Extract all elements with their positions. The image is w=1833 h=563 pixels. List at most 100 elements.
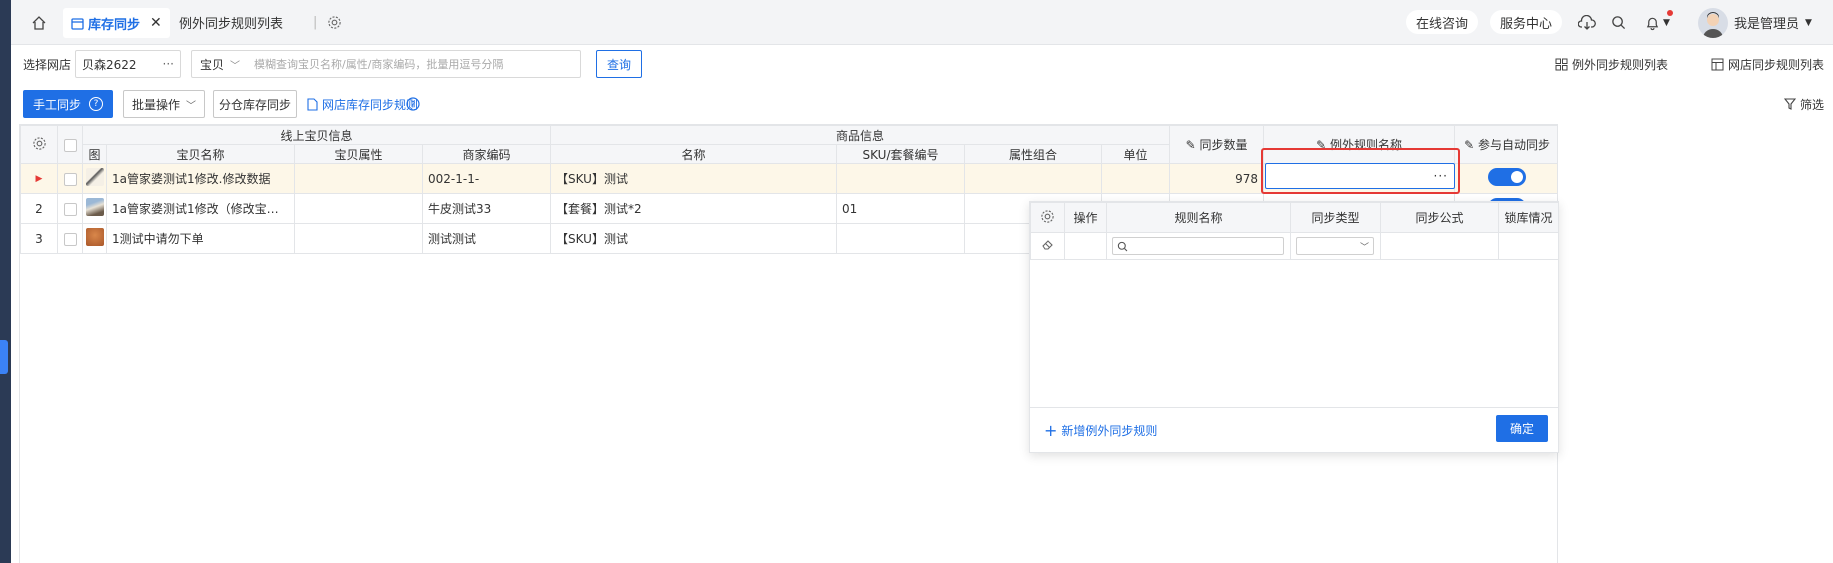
home-icon	[31, 15, 47, 31]
highlight-box	[1261, 148, 1460, 194]
column-settings-button[interactable]	[20, 125, 58, 164]
cell-sku: 01	[836, 193, 966, 224]
edit-icon: ✎	[1464, 138, 1478, 152]
col-img: 图	[82, 144, 107, 164]
exception-rules-label: 例外同步规则列表	[1572, 57, 1669, 72]
add-rule-label: 新增例外同步规则	[1061, 424, 1158, 438]
cell-name: 1a管家婆测试1修改.修改数据	[106, 163, 295, 194]
tab-label: 库存同步	[88, 17, 141, 33]
avatar	[1698, 7, 1728, 38]
more-icon: ···	[162, 57, 174, 71]
product-thumbnail	[82, 163, 107, 194]
popup-empty-area	[1030, 260, 1558, 408]
notification-button[interactable]: ▼	[1645, 0, 1673, 45]
consult-label: 在线咨询	[1416, 16, 1469, 32]
user-name: 我是管理员	[1734, 17, 1800, 32]
product-thumbnail	[82, 193, 107, 224]
shop-rule-icon	[1711, 58, 1724, 71]
shop-rules-link[interactable]: 网店同步规则列表	[1711, 50, 1824, 78]
user-menu[interactable]: 我是管理员 ▼	[1698, 0, 1812, 45]
top-bar: 库存同步 ✕ 例外同步规则列表 | 在线咨询 服务中心 ▼ 我是管理员 ▼	[11, 0, 1833, 45]
add-exception-rule-button[interactable]: + 新增例外同步规则	[1044, 421, 1157, 440]
search-group: 宝贝 ﹀ 模糊查询宝贝名称/属性/商家编码，批量用逗号分隔	[191, 50, 581, 78]
cell-prod-name: 【套餐】测试*2	[550, 193, 838, 224]
popup-col-rule-name: 规则名称	[1106, 202, 1291, 233]
manual-sync-label: 手工同步	[33, 97, 82, 112]
row-checkbox[interactable]	[57, 163, 83, 194]
col-attr: 宝贝属性	[294, 144, 423, 164]
confirm-label: 确定	[1509, 422, 1534, 436]
filter-icon	[1784, 98, 1796, 110]
split-sync-button[interactable]: 分仓库存同步	[213, 90, 297, 118]
batch-ops-label: 批量操作	[132, 97, 181, 112]
svg-text:?: ?	[411, 101, 416, 111]
popup-filter-row: ﹀	[1030, 232, 1559, 260]
popup-footer: + 新增例外同步规则 确定	[1030, 404, 1558, 452]
col-sync-qty: ✎ 同步数量	[1169, 125, 1265, 164]
shop-select[interactable]: 贝森2622 ···	[75, 50, 181, 78]
row-checkbox[interactable]	[57, 223, 83, 254]
shop-value: 贝森2622	[82, 57, 137, 72]
tab-settings-button[interactable]	[327, 0, 342, 45]
col-code: 商家编码	[421, 144, 552, 164]
online-consult-button[interactable]: 在线咨询	[1406, 10, 1479, 34]
cell-attr	[294, 163, 423, 194]
bell-icon	[1645, 15, 1660, 31]
popup-filter-type-cell: ﹀	[1290, 232, 1381, 260]
shop-sync-rule-link[interactable]: 网店库存同步规则	[307, 90, 418, 118]
cell-code: 牛皮测试33	[421, 193, 552, 224]
query-button[interactable]: 查询	[596, 50, 642, 78]
confirm-button[interactable]: 确定	[1496, 415, 1548, 442]
search-input[interactable]: 模糊查询宝贝名称/属性/商家编码，批量用逗号分隔	[248, 56, 503, 72]
select-all-checkbox[interactable]	[57, 125, 83, 164]
popup-filter-lock	[1498, 232, 1559, 260]
sync-type-select[interactable]: ﹀	[1296, 237, 1374, 255]
tab-inventory-sync[interactable]: 库存同步 ✕	[63, 8, 170, 38]
current-row-marker: ▶	[20, 163, 58, 194]
tab-exception-rules[interactable]: 例外同步规则列表	[179, 0, 283, 45]
chevron-down-icon: ﹀	[186, 100, 196, 112]
service-center-button[interactable]: 服务中心	[1490, 10, 1563, 34]
plus-icon: +	[1044, 421, 1058, 440]
rule-name-search-input[interactable]	[1112, 237, 1284, 255]
exception-rules-link[interactable]: 例外同步规则列表	[1555, 50, 1668, 78]
search-type-value: 宝贝	[200, 57, 225, 72]
col-prod-name: 名称	[550, 144, 838, 164]
action-toolbar: 手工同步 ? 批量操作 ﹀ 分仓库存同步 网店库存同步规则 ? 筛选	[11, 88, 1833, 122]
row-checkbox[interactable]	[57, 193, 83, 224]
cell-code: 测试测试	[421, 223, 552, 254]
group-header-online: 线上宝贝信息	[81, 125, 552, 145]
col-label: 参与自动同步	[1477, 138, 1550, 152]
home-button[interactable]	[31, 0, 53, 45]
popup-settings-button[interactable]	[1030, 202, 1065, 233]
store-icon	[71, 17, 84, 30]
group-header-product: 商品信息	[550, 125, 1171, 145]
popup-col-formula: 同步公式	[1380, 202, 1499, 233]
auto-sync-toggle[interactable]	[1454, 163, 1557, 194]
global-search-button[interactable]	[1611, 0, 1626, 45]
gear-icon	[327, 15, 342, 30]
shop-label: 选择网店	[23, 57, 72, 72]
manual-sync-button[interactable]: 手工同步 ?	[23, 90, 113, 118]
left-nav-tab[interactable]	[0, 340, 8, 374]
filter-button[interactable]: 筛选	[1784, 90, 1824, 118]
service-label: 服务中心	[1500, 16, 1553, 32]
rule-help-button[interactable]: ?	[406, 90, 420, 118]
filter-bar: 选择网店 贝森2622 ··· 宝贝 ﹀ 模糊查询宝贝名称/属性/商家编码，批量…	[11, 45, 1833, 85]
close-icon[interactable]: ✕	[150, 15, 162, 31]
cell-sync-qty[interactable]: 978	[1169, 163, 1265, 194]
cell-code: 002-1-1-	[421, 163, 552, 194]
batch-ops-dropdown[interactable]: 批量操作 ﹀	[123, 90, 205, 118]
product-thumbnail	[82, 223, 107, 254]
filter-label: 筛选	[1800, 97, 1825, 112]
download-button[interactable]	[1578, 0, 1596, 45]
caret-down-icon: ▼	[1663, 17, 1670, 28]
cell-sku	[836, 163, 966, 194]
cell-prod-name: 【SKU】测试	[550, 163, 838, 194]
clear-filter-button[interactable]	[1030, 232, 1065, 260]
split-sync-label: 分仓库存同步	[218, 97, 291, 112]
col-combo: 属性组合	[964, 144, 1103, 164]
col-label: 同步数量	[1199, 138, 1248, 152]
search-type-select[interactable]: 宝贝 ﹀	[192, 51, 248, 77]
cell-attr	[294, 223, 423, 254]
